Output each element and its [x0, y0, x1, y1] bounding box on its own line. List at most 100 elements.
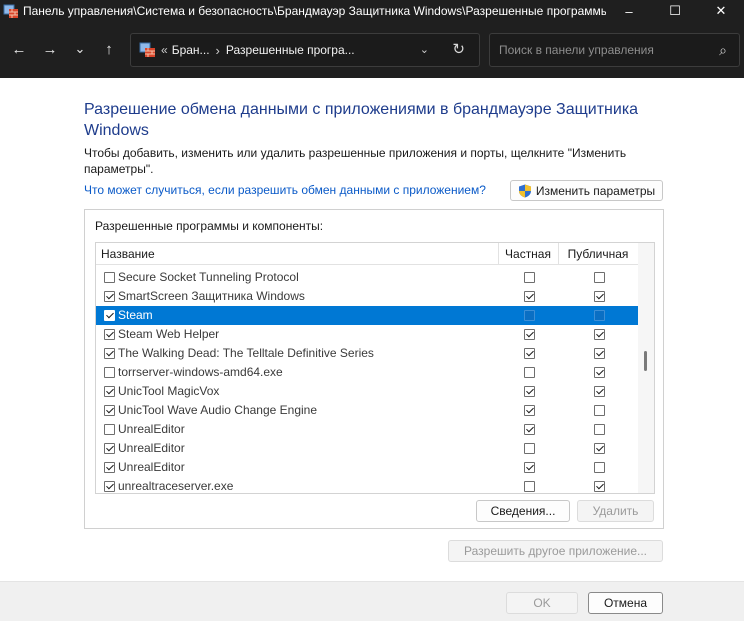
close-button[interactable]: ✕ [698, 0, 744, 22]
enable-checkbox[interactable] [104, 481, 115, 492]
list-item[interactable]: Steam [96, 306, 638, 325]
enable-checkbox[interactable] [104, 272, 115, 283]
list-item[interactable]: Secure Socket Tunneling Protocol [96, 268, 638, 287]
enable-checkbox[interactable] [104, 329, 115, 340]
maximize-button[interactable]: ☐ [652, 0, 698, 22]
refresh-icon[interactable]: ↻ [452, 40, 465, 58]
enable-checkbox[interactable] [104, 405, 115, 416]
private-checkbox[interactable] [524, 348, 535, 359]
private-checkbox[interactable] [524, 424, 535, 435]
breadcrumb-overflow[interactable]: « [161, 43, 168, 57]
public-checkbox[interactable] [594, 462, 605, 473]
breadcrumb-separator: › [215, 42, 220, 58]
public-checkbox[interactable] [594, 424, 605, 435]
public-checkbox[interactable] [594, 310, 605, 321]
back-button[interactable]: ← [6, 36, 32, 62]
enable-checkbox[interactable] [104, 310, 115, 321]
change-settings-button[interactable]: Изменить параметры [510, 180, 663, 201]
app-name: Secure Socket Tunneling Protocol [118, 270, 299, 284]
public-checkbox[interactable] [594, 329, 605, 340]
page-description: Чтобы добавить, изменить или удалить раз… [84, 146, 627, 176]
public-checkbox[interactable] [594, 272, 605, 283]
list-item[interactable]: UnrealEditor [96, 458, 638, 477]
public-checkbox[interactable] [594, 443, 605, 454]
column-public-header[interactable]: Публичная [558, 243, 638, 265]
remove-button[interactable]: Удалить [577, 500, 654, 522]
enable-checkbox[interactable] [104, 348, 115, 359]
app-name: SmartScreen Защитника Windows [118, 289, 305, 303]
private-checkbox[interactable] [524, 462, 535, 473]
private-checkbox[interactable] [524, 481, 535, 492]
list-item[interactable]: UnicTool Wave Audio Change Engine [96, 401, 638, 420]
private-checkbox[interactable] [524, 272, 535, 283]
window-title: Панель управления\Система и безопасность… [23, 4, 606, 18]
public-checkbox[interactable] [594, 348, 605, 359]
app-name: UnicTool Wave Audio Change Engine [118, 403, 318, 417]
search-box: ⌕ [489, 33, 740, 67]
search-input[interactable] [499, 43, 699, 57]
forward-button[interactable]: → [37, 36, 63, 62]
private-checkbox[interactable] [524, 291, 535, 302]
list-scrollbar[interactable] [638, 243, 654, 493]
enable-checkbox[interactable] [104, 443, 115, 454]
list-item[interactable]: unrealtraceserver.exe [96, 477, 638, 493]
list-item[interactable]: UnicTool MagicVox [96, 382, 638, 401]
app-name: UnrealEditor [118, 460, 185, 474]
search-icon[interactable]: ⌕ [719, 42, 727, 59]
list-item[interactable]: UnrealEditor [96, 439, 638, 458]
app-name: The Walking Dead: The Telltale Definitiv… [118, 346, 374, 360]
public-checkbox[interactable] [594, 386, 605, 397]
app-name: unrealtraceserver.exe [118, 479, 234, 493]
allowed-apps-list: Название Частная Публичная Secure Socket… [95, 242, 655, 494]
control-panel-icon [139, 42, 157, 58]
allowed-apps-label: Разрешенные программы и компоненты: [95, 219, 324, 233]
column-name-header[interactable]: Название [101, 243, 155, 265]
title-bar: Панель управления\Система и безопасность… [0, 0, 744, 22]
enable-checkbox[interactable] [104, 367, 115, 378]
list-item[interactable]: torrserver-windows-amd64.exe [96, 363, 638, 382]
app-name: Steam Web Helper [118, 327, 220, 341]
address-bar[interactable]: « Бран... › Разрешенные програ... ⌄ ↻ [130, 33, 480, 67]
private-checkbox[interactable] [524, 386, 535, 397]
public-checkbox[interactable] [594, 405, 605, 416]
minimize-button[interactable]: – [606, 0, 652, 22]
private-checkbox[interactable] [524, 329, 535, 340]
list-header: Название Частная Публичная [96, 243, 638, 265]
details-button[interactable]: Сведения... [476, 500, 570, 522]
private-checkbox[interactable] [524, 443, 535, 454]
recent-locations-button[interactable]: ⌄ [67, 36, 93, 62]
column-private-header[interactable]: Частная [498, 243, 558, 265]
list-item[interactable]: Steam Web Helper [96, 325, 638, 344]
ok-button[interactable]: OK [506, 592, 578, 614]
cancel-button[interactable]: Отмена [588, 592, 663, 614]
private-checkbox[interactable] [524, 367, 535, 378]
page-title: Разрешение обмена данными с приложениями… [84, 101, 639, 139]
breadcrumb-allowed-apps[interactable]: Разрешенные програ... [226, 43, 355, 57]
enable-checkbox[interactable] [104, 462, 115, 473]
list-item[interactable]: The Walking Dead: The Telltale Definitiv… [96, 344, 638, 363]
public-checkbox[interactable] [594, 367, 605, 378]
public-checkbox[interactable] [594, 481, 605, 492]
up-button[interactable]: ↑ [96, 36, 122, 62]
public-checkbox[interactable] [594, 291, 605, 302]
enable-checkbox[interactable] [104, 424, 115, 435]
private-checkbox[interactable] [524, 310, 535, 321]
scrollbar-thumb[interactable] [644, 351, 647, 371]
app-name: Steam [118, 308, 153, 322]
chevron-down-icon[interactable]: ⌄ [420, 43, 429, 56]
allow-another-app-button[interactable]: Разрешить другое приложение... [448, 540, 663, 562]
breadcrumb-firewall[interactable]: Бран... [172, 43, 210, 57]
enable-checkbox[interactable] [104, 291, 115, 302]
change-settings-label: Изменить параметры [535, 183, 656, 198]
app-name: UnrealEditor [118, 441, 185, 455]
control-panel-icon [3, 3, 19, 19]
private-checkbox[interactable] [524, 405, 535, 416]
list-item[interactable]: UnrealEditor [96, 420, 638, 439]
allowed-apps-group: Разрешенные программы и компоненты: Назв… [84, 209, 664, 529]
shield-icon [518, 184, 532, 198]
app-name: UnrealEditor [118, 422, 185, 436]
risk-info-link[interactable]: Что может случиться, если разрешить обме… [84, 183, 486, 197]
enable-checkbox[interactable] [104, 386, 115, 397]
app-name: UnicTool MagicVox [118, 384, 220, 398]
list-item[interactable]: SmartScreen Защитника Windows [96, 287, 638, 306]
